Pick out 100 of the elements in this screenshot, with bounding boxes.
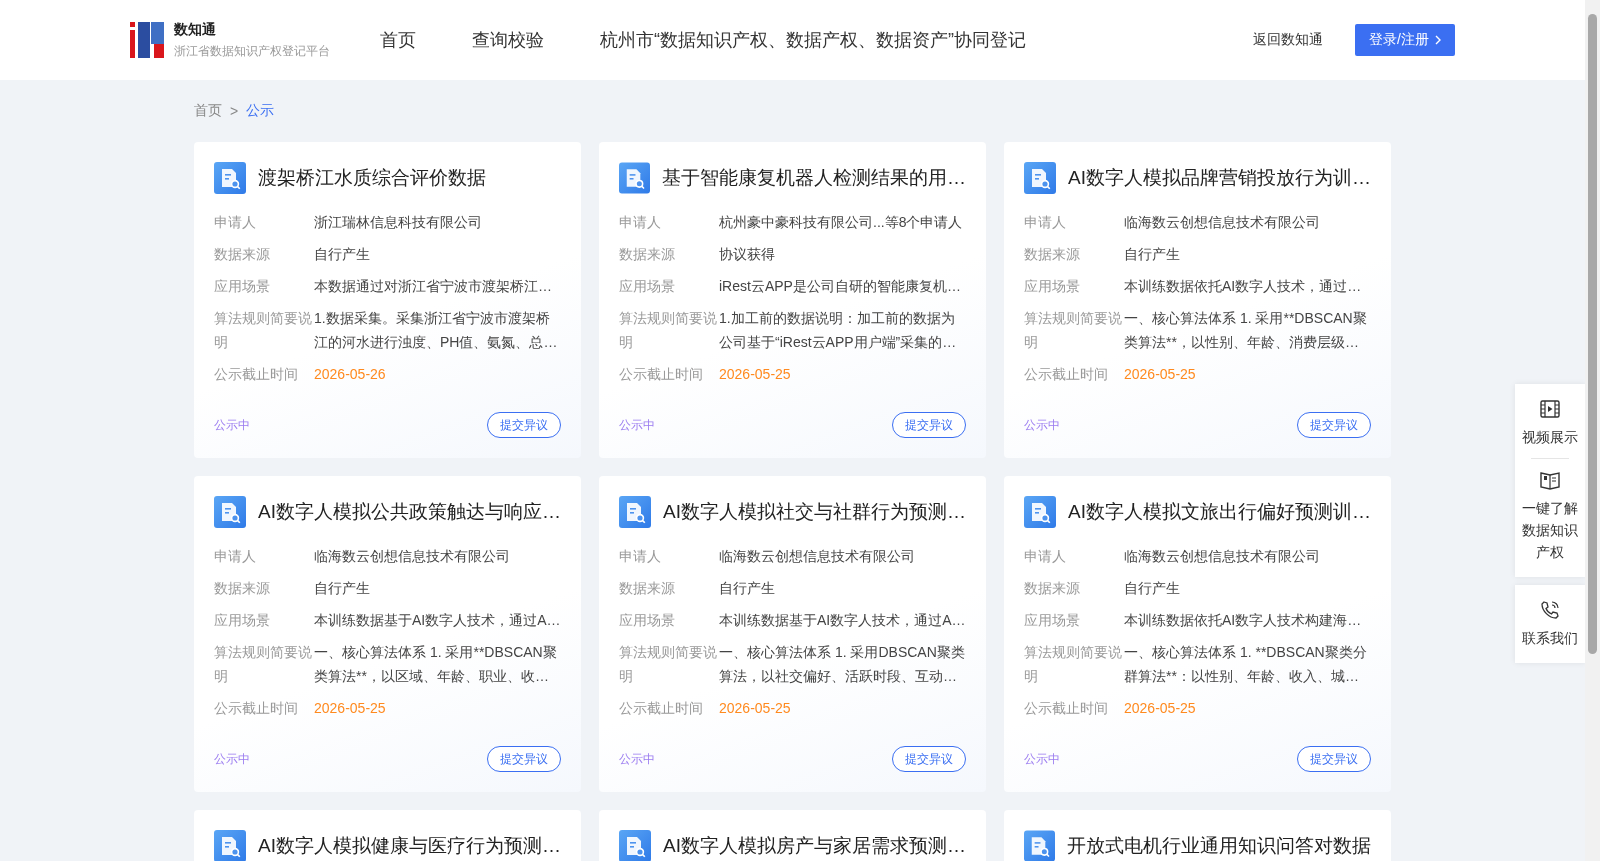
objection-button[interactable]: 提交异议 — [892, 412, 966, 438]
field-value: 自行产生 — [1124, 579, 1181, 598]
field-label: 应用场景 — [1024, 611, 1081, 630]
field-value: 浙江瑞林信息科技有限公司 — [314, 213, 483, 232]
field-value: 1.数据采集。采集浙江省宁波市渡架桥江的河水进行浊度、PH值、氨氮、总… — [314, 309, 559, 352]
breadcrumb-separator: > — [230, 103, 239, 119]
field-label: 算法规则简要说明 — [619, 643, 718, 686]
field-label: 应用场景 — [619, 277, 676, 296]
field-value: 临海数云创想信息技术有限公司 — [719, 547, 916, 566]
card-title[interactable]: 渡架桥江水质综合评价数据 — [258, 165, 486, 191]
field-label: 数据来源 — [1024, 579, 1081, 598]
nav-link[interactable]: 查询校验 — [472, 28, 544, 52]
card-title[interactable]: AI数字人模拟社交与社群行为预测… — [663, 499, 966, 525]
field-label: 数据来源 — [214, 245, 271, 264]
objection-button[interactable]: 提交异议 — [892, 746, 966, 772]
field-label: 公示截止时间 — [1024, 699, 1109, 718]
objection-button[interactable]: 提交异议 — [487, 746, 561, 772]
status-text: 公示中 — [1024, 416, 1060, 434]
nav-link[interactable]: 首页 — [380, 28, 416, 52]
objection-button[interactable]: 提交异议 — [1297, 412, 1371, 438]
field-value: 2026-05-25 — [719, 699, 792, 718]
card-title[interactable]: AI数字人模拟健康与医疗行为预测… — [258, 833, 561, 859]
field-value: 自行产生 — [1124, 245, 1181, 264]
login-button[interactable]: 登录/注册 — [1355, 24, 1455, 56]
field-label: 算法规则简要说明 — [214, 309, 313, 352]
document-search-icon — [619, 496, 651, 528]
chevron-icon — [1435, 35, 1441, 45]
field-value: 杭州豪中豪科技有限公司...等8个申请人 — [719, 213, 964, 232]
field-value: 本数据通过对浙江省宁波市渡架桥江… — [314, 277, 553, 296]
logo-icon — [130, 22, 164, 58]
field-label: 算法规则简要说明 — [214, 643, 313, 686]
field-value: 本训练数据基于AI数字人技术，通过A… — [314, 611, 561, 630]
status-text: 公示中 — [214, 416, 250, 434]
scrollbar[interactable] — [1585, 0, 1600, 861]
document-search-icon — [214, 162, 246, 194]
field-label: 公示截止时间 — [619, 699, 704, 718]
field-value: 协议获得 — [719, 245, 776, 264]
field-label: 数据来源 — [619, 579, 676, 598]
field-label: 算法规则简要说明 — [1024, 643, 1123, 686]
brand-name: 数知通 — [174, 20, 217, 39]
field-value: 本训练数据依托AI数字人技术，通过… — [1124, 277, 1363, 296]
breadcrumb-link[interactable]: 公示 — [246, 102, 275, 120]
field-value: 自行产生 — [719, 579, 776, 598]
field-label: 应用场景 — [1024, 277, 1081, 296]
card-title[interactable]: AI数字人模拟品牌营销投放行为训… — [1068, 165, 1371, 191]
objection-button[interactable]: 提交异议 — [1297, 746, 1371, 772]
objection-button[interactable]: 提交异议 — [487, 412, 561, 438]
field-label: 申请人 — [1024, 547, 1067, 566]
field-value: 自行产生 — [314, 579, 371, 598]
card-title[interactable]: AI数字人模拟文旅出行偏好预测训… — [1068, 499, 1371, 525]
field-label: 公示截止时间 — [1024, 365, 1109, 384]
field-label: 公示截止时间 — [214, 699, 299, 718]
field-value: 2026-05-25 — [314, 699, 387, 718]
field-value: 一、核心算法体系 1. 采用**DBSCAN聚类算法**，以区域、年龄、职业、收… — [314, 643, 558, 686]
field-value: 本训练数据基于AI数字人技术，通过A… — [719, 611, 966, 630]
field-label: 数据来源 — [1024, 245, 1081, 264]
field-value: 临海数云创想信息技术有限公司 — [1124, 547, 1321, 566]
status-text: 公示中 — [619, 750, 655, 768]
status-text: 公示中 — [1024, 750, 1060, 768]
field-label: 数据来源 — [214, 579, 271, 598]
document-search-icon — [1024, 496, 1056, 528]
field-label: 公示截止时间 — [214, 365, 299, 384]
back-link[interactable]: 返回数知通 — [1253, 31, 1324, 49]
field-label: 公示截止时间 — [619, 365, 704, 384]
document-search-icon — [619, 162, 650, 194]
document-search-icon — [1024, 830, 1055, 861]
field-value: 2026-05-25 — [1124, 365, 1197, 384]
document-search-icon — [214, 496, 246, 528]
field-value: 2026-05-25 — [719, 365, 792, 384]
document-search-icon — [619, 830, 651, 861]
field-label: 申请人 — [619, 547, 662, 566]
card-title[interactable]: 基于智能康复机器人检测结果的用… — [662, 165, 966, 191]
field-label: 申请人 — [1024, 213, 1067, 232]
field-value: 临海数云创想信息技术有限公司 — [1124, 213, 1321, 232]
field-label: 应用场景 — [619, 611, 676, 630]
document-search-icon — [214, 830, 246, 861]
card-title[interactable]: 开放式电机行业通用知识问答对数据 — [1067, 833, 1371, 859]
field-label: 申请人 — [214, 213, 257, 232]
field-value: iRest云APP是公司自研的智能康复机… — [719, 277, 962, 296]
side-link[interactable]: 视频展示 — [1522, 426, 1578, 448]
field-label: 应用场景 — [214, 277, 271, 296]
nav-link[interactable]: 杭州市“数据知识产权、数据产权、数据资产”协同登记 — [600, 28, 1026, 52]
field-label: 算法规则简要说明 — [1024, 309, 1123, 352]
video-icon — [1539, 398, 1561, 420]
field-value: 临海数云创想信息技术有限公司 — [314, 547, 511, 566]
field-label: 算法规则简要说明 — [619, 309, 718, 352]
field-value: 一、核心算法体系 1. 采用**DBSCAN聚类算法**，以性别、年龄、消费层级… — [1124, 309, 1368, 352]
brand-subtitle: 浙江省数据知识产权登记平台 — [174, 42, 330, 60]
field-label: 申请人 — [214, 547, 257, 566]
side-link[interactable]: 一键了解数据知识产权 — [1522, 497, 1578, 563]
book-icon — [1539, 469, 1561, 491]
field-value: 一、核心算法体系 1. **DBSCAN聚类分群算法**：以性别、年龄、收入、城… — [1124, 643, 1368, 686]
card-title[interactable]: AI数字人模拟公共政策触达与响应… — [258, 499, 561, 525]
phone-icon — [1539, 599, 1561, 621]
field-value: 自行产生 — [314, 245, 371, 264]
field-value: 1.加工前的数据说明：加工前的数据为公司基于“iRest云APP用户端”采集的… — [719, 309, 958, 352]
field-value: 一、核心算法体系 1. 采用DBSCAN聚类算法，以社交偏好、活跃时段、互动… — [719, 643, 966, 686]
field-value: 本训练数据依托AI数字人技术构建海… — [1124, 611, 1363, 630]
field-value: 2026-05-26 — [314, 365, 387, 384]
card-title[interactable]: AI数字人模拟房产与家居需求预测… — [663, 833, 966, 859]
